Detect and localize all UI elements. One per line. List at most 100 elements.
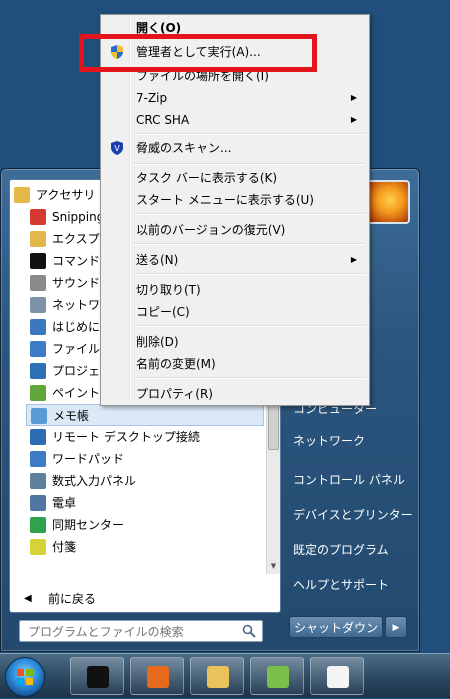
user-avatar[interactable]	[366, 180, 410, 224]
search-field[interactable]	[19, 620, 263, 642]
context-menu-label: 名前の変更(M)	[136, 357, 216, 371]
paint-icon	[267, 666, 289, 688]
program-label: コマンド	[52, 254, 101, 268]
context-menu-separator	[133, 133, 365, 135]
context-menu-item[interactable]: 送る(N) ▶	[103, 249, 367, 271]
highlight-annotation	[79, 34, 317, 72]
program-label: 同期センター	[52, 518, 125, 532]
cmd-icon	[30, 253, 46, 269]
shutdown-options-button[interactable]: ▶	[385, 616, 407, 638]
program-label: はじめに	[52, 320, 101, 334]
program-label: 電卓	[52, 496, 77, 510]
antivirus-icon: V	[109, 140, 125, 156]
notepad-icon	[31, 408, 47, 424]
back-label: 前に戻る	[48, 592, 97, 606]
program-item[interactable]: 数式入力パネル	[26, 470, 264, 492]
program-label: ネットワ	[52, 298, 101, 312]
context-menu-label: 送る(N)	[136, 253, 179, 267]
program-item[interactable]: リモート デスクトップ接続	[26, 426, 264, 448]
context-menu-item[interactable]: CRC SHA ▶	[103, 109, 367, 131]
devices-printers-link[interactable]: デバイスとプリンター	[293, 503, 413, 527]
context-menu-item[interactable]: コピー(C)	[103, 301, 367, 323]
context-menu-label: スタート メニューに表示する(U)	[136, 193, 314, 207]
svg-text:V: V	[114, 144, 120, 153]
context-menu-separator	[133, 273, 365, 275]
firefox-icon	[147, 666, 169, 688]
submenu-arrow-icon: ▶	[350, 255, 357, 264]
shutdown-button[interactable]: シャットダウン	[289, 616, 383, 638]
paint-icon	[30, 385, 46, 401]
context-menu-label: プロパティ(R)	[136, 387, 213, 401]
context-menu-item[interactable]: プロパティ(R)	[103, 383, 367, 405]
microphone-icon	[30, 275, 46, 291]
sticky-note-icon	[30, 539, 46, 555]
program-label: メモ帳	[53, 409, 90, 423]
folder-icon	[14, 187, 30, 203]
explorer-folder-icon	[207, 666, 229, 688]
program-label: リモート デスクトップ接続	[52, 430, 200, 444]
file-transfer-icon	[30, 341, 46, 357]
scroll-down-icon[interactable]: ▼	[267, 560, 280, 573]
context-menu-item[interactable]: 削除(D)	[103, 331, 367, 353]
submenu-arrow-icon: ▶	[350, 115, 357, 124]
notepad-taskbar-button[interactable]	[310, 657, 364, 695]
program-item[interactable]: ワードパッド	[26, 448, 264, 470]
context-menu: 開く(O) 管理者として実行(A)... ファイルの場所を開く(I) 7-Zip ▶ CR…	[100, 14, 370, 406]
firefox-taskbar-button[interactable]	[130, 657, 184, 695]
context-menu-item[interactable]: 名前の変更(M)	[103, 353, 367, 375]
context-menu-label: CRC SHA	[136, 113, 190, 127]
explorer-taskbar-button[interactable]	[190, 657, 244, 695]
program-item[interactable]: メモ帳	[26, 404, 264, 426]
context-menu-item[interactable]: 切り取り(T)	[103, 279, 367, 301]
program-item[interactable]: 電卓	[26, 492, 264, 514]
context-menu-item[interactable]: スタート メニューに表示する(U)	[103, 189, 367, 211]
context-menu-item[interactable]: 以前のバージョンの復元(V)	[103, 219, 367, 241]
default-programs-link[interactable]: 既定のプログラム	[293, 538, 389, 562]
paint-taskbar-button[interactable]	[250, 657, 304, 695]
windows-logo-icon	[17, 669, 33, 685]
program-label: ファイル	[52, 342, 101, 356]
context-menu-label: 7-Zip	[136, 91, 168, 105]
program-label: 数式入力パネル	[52, 474, 137, 488]
program-label: ペイント	[52, 386, 101, 400]
context-menu-separator	[133, 325, 365, 327]
notepad-icon	[327, 666, 349, 688]
context-menu-item[interactable]: 7-Zip ▶	[103, 87, 367, 109]
program-item[interactable]: 同期センター	[26, 514, 264, 536]
search-input[interactable]	[26, 622, 230, 642]
wordpad-icon	[30, 451, 46, 467]
cmd-taskbar-button[interactable]	[70, 657, 124, 695]
context-menu-label: 脅威のスキャン...	[136, 141, 232, 155]
context-menu-label: 以前のバージョンの復元(V)	[136, 223, 286, 237]
projector-icon	[30, 363, 46, 379]
context-menu-item[interactable]: V 脅威のスキャン...	[103, 137, 367, 159]
sync-icon	[30, 517, 46, 533]
control-panel-link[interactable]: コントロール パネル	[293, 468, 405, 492]
context-menu-separator	[133, 163, 365, 165]
context-menu-label: 切り取り(T)	[136, 283, 201, 297]
folder-label: アクセサリ	[36, 188, 96, 202]
context-menu-item[interactable]: タスク バーに表示する(K)	[103, 167, 367, 189]
program-label: 付箋	[52, 540, 77, 554]
cmd-icon	[87, 666, 109, 688]
context-menu-label: 削除(D)	[136, 335, 179, 349]
network-link[interactable]: ネットワーク	[293, 429, 365, 453]
remote-desktop-icon	[30, 429, 46, 445]
help-support-link[interactable]: ヘルプとサポート	[293, 573, 389, 597]
program-item[interactable]: 付箋	[26, 536, 264, 558]
document-icon	[30, 319, 46, 335]
start-button[interactable]	[5, 657, 45, 697]
taskbar	[0, 653, 450, 698]
context-menu-separator	[133, 213, 365, 215]
back-arrow-icon: ◀	[24, 593, 32, 604]
program-label: プロジェ	[52, 364, 101, 378]
explorer-folder-icon	[30, 231, 46, 247]
calculator-icon	[30, 495, 46, 511]
chevron-right-icon: ▶	[392, 623, 400, 633]
program-label: サウンド	[52, 276, 101, 290]
program-label: ワードパッド	[52, 452, 125, 466]
context-menu-label: コピー(C)	[136, 305, 190, 319]
context-menu-separator	[133, 243, 365, 245]
submenu-arrow-icon: ▶	[350, 93, 357, 102]
program-label: Snipping	[52, 210, 105, 224]
